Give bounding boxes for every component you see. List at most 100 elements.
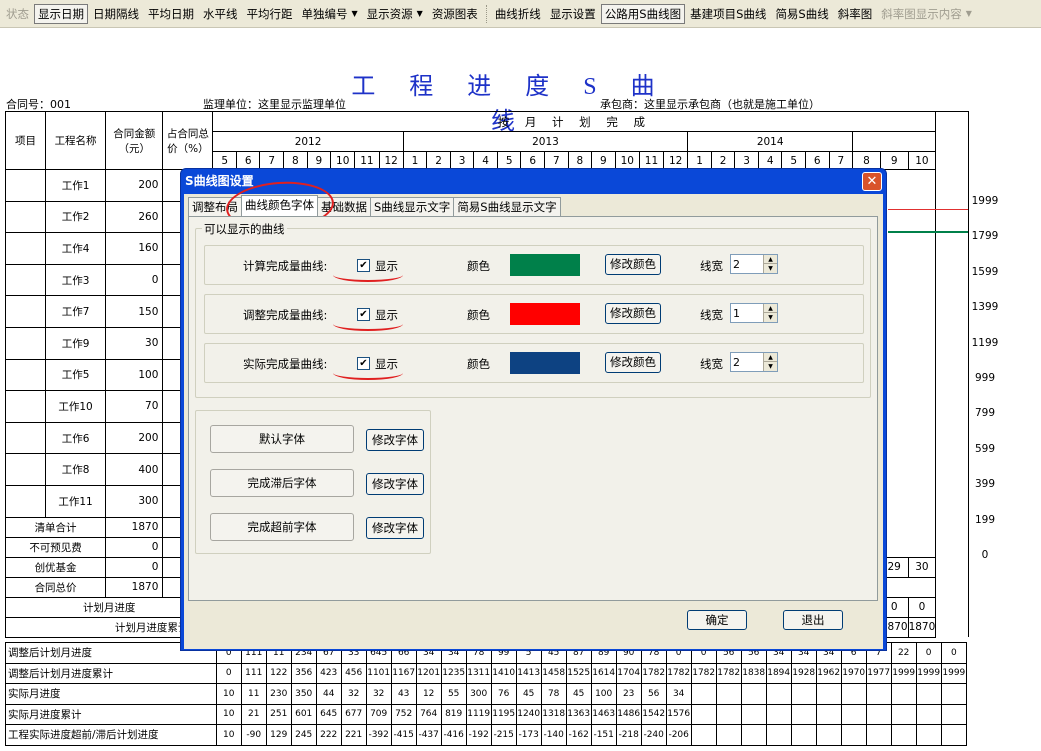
item-cell: [4, 200, 47, 234]
toolbar-button-label: 平均日期: [148, 6, 194, 21]
bottom-row-label: 实际月进度累计: [5, 703, 217, 725]
dialog-title: S曲线图设置: [185, 174, 254, 188]
bottom-row-value: 1576: [665, 703, 692, 725]
tab-page-curve-color-font: 可以显示的曲线 计算完成量曲线: ✔ 显示 颜色 修改颜色 线宽 2 ▲ ▼ 调整完成量曲线: ✔ 显…: [188, 216, 878, 601]
change-color-button[interactable]: 修改颜色: [605, 352, 661, 373]
bottom-row-value: 1977: [865, 662, 892, 684]
y-axis-label: 399: [974, 478, 996, 491]
bottom-row-label: 调整后计划月进度累计: [5, 662, 217, 684]
month-cell: 10: [907, 151, 937, 170]
spin-up-icon[interactable]: ▲: [763, 304, 777, 313]
bottom-row-value: [865, 703, 892, 725]
line-width-spinner[interactable]: 2 ▲ ▼: [730, 352, 778, 372]
work-amount: 260: [105, 200, 164, 234]
toolbar-button-12[interactable]: 公路用S曲线图: [600, 3, 686, 24]
toolbar-button-2[interactable]: 日期隔线: [89, 4, 143, 24]
line-width-spinner[interactable]: 1 ▲ ▼: [730, 303, 778, 323]
bottom-row-value: [740, 683, 767, 705]
bottom-row-value: [715, 703, 742, 725]
month-cell: 7: [544, 151, 569, 170]
work-name: 工作3: [45, 263, 107, 297]
work-amount: 150: [105, 295, 164, 328]
bottom-row-value: 1999: [915, 662, 942, 684]
bottom-row-value: [890, 703, 917, 725]
line-width-spinner[interactable]: 2 ▲ ▼: [730, 254, 778, 274]
toolbar-button-0[interactable]: 状态: [2, 4, 33, 24]
font-preview-button[interactable]: 完成超前字体: [210, 513, 354, 541]
summary-amount: 1870: [105, 576, 164, 598]
toolbar-button-7[interactable]: 显示资源 ▼: [363, 4, 427, 24]
bottom-row-value: 1463: [590, 703, 617, 725]
y-cell: [935, 517, 969, 538]
bottom-row-value: 1413: [515, 662, 542, 684]
ok-button[interactable]: 确定: [687, 610, 747, 630]
bottom-row-value: 10: [215, 703, 242, 725]
year-blank: [852, 131, 937, 152]
year-2014: 2014: [687, 131, 854, 152]
bottom-row-value: [915, 703, 942, 725]
y-axis-label: 0: [981, 549, 989, 561]
y-cell: [935, 264, 969, 296]
spin-up-icon[interactable]: ▲: [763, 353, 777, 362]
toolbar-button-label: 显示设置: [549, 6, 596, 21]
y-axis-label: 799: [974, 407, 996, 420]
month-cell: 7: [828, 151, 854, 170]
bottom-row-value: 1999: [940, 662, 968, 684]
close-icon[interactable]: ✕: [862, 172, 882, 191]
bottom-row-value: 1410: [490, 662, 517, 684]
tab-1[interactable]: 曲线颜色字体: [241, 195, 318, 216]
font-preview-button[interactable]: 完成滞后字体: [210, 469, 354, 497]
tab-3[interactable]: S曲线显示文字: [370, 197, 455, 216]
month-cell: 1: [402, 151, 428, 170]
color-swatch: [510, 352, 580, 374]
bottom-row-value: 129: [265, 724, 292, 746]
month-cell: 7: [259, 151, 285, 170]
toolbar-button-1[interactable]: 显示日期: [34, 3, 88, 24]
change-color-button[interactable]: 修改颜色: [605, 254, 661, 275]
bottom-row-value: -173: [515, 724, 542, 746]
spin-up-icon[interactable]: ▲: [763, 255, 777, 264]
change-font-button[interactable]: 修改字体: [366, 429, 424, 451]
toolbar-button-11[interactable]: 显示设置: [546, 4, 600, 24]
toolbar-button-label: 单独编号: [301, 6, 348, 21]
year-2013: 2013: [402, 131, 689, 152]
toolbar-button-5[interactable]: 平均行距: [243, 4, 297, 24]
bottom-row-value: 1970: [840, 662, 867, 684]
y-cell: [935, 537, 969, 558]
change-font-button[interactable]: 修改字体: [366, 517, 424, 539]
toolbar-button-15[interactable]: 斜率图: [834, 4, 877, 24]
y-cell: [935, 453, 969, 486]
spin-down-icon[interactable]: ▼: [763, 313, 777, 322]
font-preview-button[interactable]: 默认字体: [210, 425, 354, 453]
toolbar-button-3[interactable]: 平均日期: [144, 4, 198, 24]
bottom-row-value: [840, 703, 867, 725]
bottom-row-value: -206: [665, 724, 692, 746]
bottom-row-value: [765, 724, 792, 746]
change-color-button[interactable]: 修改颜色: [605, 303, 661, 324]
change-font-button[interactable]: 修改字体: [366, 473, 424, 495]
curve-row: 计算完成量曲线: ✔ 显示 颜色 修改颜色 线宽 2 ▲ ▼: [204, 245, 864, 285]
tab-4[interactable]: 简易S曲线显示文字: [453, 197, 561, 216]
line-width-value: 1: [733, 307, 740, 320]
toolbar-button-16[interactable]: 斜率图显示内容 ▼: [877, 4, 976, 24]
toolbar-button-10[interactable]: 曲线折线: [491, 4, 545, 24]
y-axis-label: 1399: [971, 301, 999, 314]
spin-down-icon[interactable]: ▼: [763, 264, 777, 273]
spin-down-icon[interactable]: ▼: [763, 362, 777, 371]
bottom-row-value: 1201: [415, 662, 442, 684]
toolbar-button-14[interactable]: 简易S曲线: [771, 4, 832, 24]
chevron-down-icon: ▼: [965, 8, 972, 18]
toolbar-button-6[interactable]: 单独编号 ▼: [298, 4, 362, 24]
summary-amount: 0: [105, 536, 164, 558]
supervisor-unit: 监理单位：这里显示监理单位: [203, 98, 346, 111]
bottom-row-value: 34: [665, 683, 692, 705]
bottom-row-value: 423: [315, 662, 342, 684]
toolbar-button-8[interactable]: 资源图表: [428, 4, 482, 24]
toolbar-button-4[interactable]: 水平线: [199, 4, 242, 24]
work-name: 工作4: [45, 232, 107, 265]
toolbar-button-13[interactable]: 基建项目S曲线: [686, 4, 770, 24]
dialog-body: 调整布局 曲线颜色字体 基础数据 S曲线显示文字 简易S曲线显示文字 可以显示的曲线 计…: [184, 178, 883, 649]
work-name: 工作2: [45, 200, 107, 234]
bottom-row-value: -215: [490, 724, 517, 746]
exit-button[interactable]: 退出: [783, 610, 843, 630]
